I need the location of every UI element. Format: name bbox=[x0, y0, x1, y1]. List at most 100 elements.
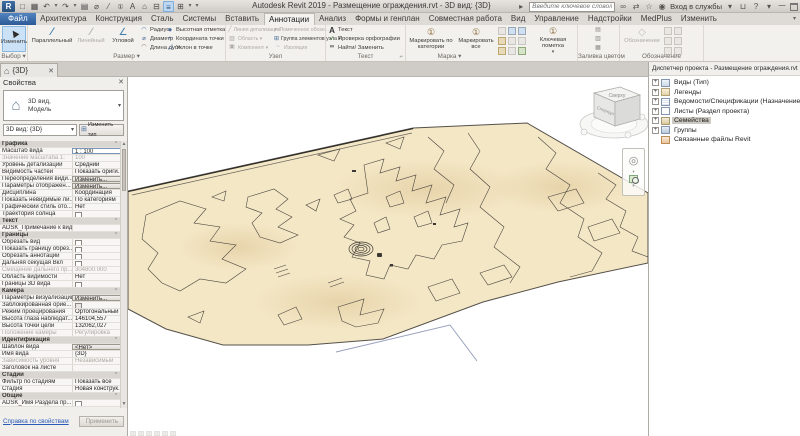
property-value[interactable] bbox=[72, 281, 121, 287]
property-row[interactable]: Высота точки цели 132062,027 bbox=[0, 323, 121, 330]
view-tab-close-icon[interactable]: ✕ bbox=[48, 67, 54, 75]
text-qat-icon[interactable] bbox=[127, 1, 138, 12]
property-value[interactable]: Показать ориги... bbox=[72, 169, 121, 175]
view-control-bar-partial[interactable] bbox=[130, 431, 176, 436]
tag-by-category-button[interactable]: Маркировать по категории bbox=[408, 26, 454, 52]
ribbon-tab[interactable]: Вид bbox=[506, 13, 529, 25]
search-icon[interactable]: ∞ bbox=[618, 2, 628, 12]
property-value[interactable]: <Нет> bbox=[72, 344, 121, 350]
property-row[interactable]: Уровень детализации Средний bbox=[0, 162, 121, 169]
customize-qat-icon[interactable]: ▾ bbox=[194, 1, 200, 12]
property-value[interactable]: {3D} bbox=[72, 351, 121, 357]
property-row[interactable]: Камера bbox=[0, 288, 121, 295]
revit-logo-icon[interactable]: R bbox=[2, 1, 15, 12]
property-value[interactable] bbox=[72, 400, 121, 406]
tree-expander-icon[interactable] bbox=[652, 98, 659, 105]
type-selector[interactable]: ⌂ 3D вид, Модель ▾ bbox=[3, 90, 124, 121]
property-row[interactable]: Значение масштаба 1: 100 bbox=[0, 155, 121, 162]
steering-wheel-icon[interactable] bbox=[629, 151, 639, 169]
switch-windows-dropdown-icon[interactable]: ▾ bbox=[187, 1, 193, 12]
ribbon-tab[interactable]: Конструкция bbox=[91, 13, 146, 25]
thin-lines-icon[interactable] bbox=[163, 1, 174, 12]
tree-expander-icon[interactable] bbox=[652, 79, 659, 86]
tag-all-button[interactable]: Маркировать все bbox=[456, 26, 496, 52]
exchange-apps-icon[interactable]: ⇄ bbox=[631, 2, 641, 12]
property-value[interactable]: Нет bbox=[72, 274, 121, 280]
panel-label-detail[interactable]: Узел bbox=[226, 53, 325, 61]
ribbon-tab[interactable]: Формы и генплан bbox=[351, 13, 425, 25]
ribbon-tab[interactable]: Вставить bbox=[221, 13, 264, 25]
help-icon[interactable]: ? bbox=[751, 2, 761, 12]
property-value[interactable]: 304800.000 bbox=[72, 267, 121, 273]
help-dropdown-icon[interactable]: ▾ bbox=[764, 2, 774, 12]
property-row[interactable]: Параметры отображен... Изменить... bbox=[0, 183, 121, 190]
find-replace-button[interactable]: Найти/ Заменить bbox=[328, 43, 404, 52]
spot-coordinate-button[interactable]: Координата точки bbox=[166, 35, 226, 44]
property-row[interactable]: Обрезать вид bbox=[0, 239, 121, 246]
property-value[interactable] bbox=[72, 211, 121, 217]
print-icon[interactable] bbox=[79, 1, 90, 12]
scrollbar-thumb[interactable] bbox=[122, 149, 126, 191]
ribbon-tab[interactable]: Аннотации bbox=[264, 13, 315, 25]
property-row[interactable]: Обрезать аннотации bbox=[0, 253, 121, 260]
ribbon-tab[interactable]: MedPlus bbox=[636, 13, 676, 25]
property-value[interactable]: 146104,557 bbox=[72, 316, 121, 322]
property-value[interactable]: 100 bbox=[72, 155, 121, 161]
property-value[interactable] bbox=[72, 365, 121, 371]
properties-help-link[interactable]: Справка по свойствам bbox=[3, 418, 69, 425]
properties-close-icon[interactable]: ✕ bbox=[118, 78, 124, 87]
property-value[interactable]: Новая конструк... bbox=[72, 386, 121, 392]
minimize-button[interactable]: — bbox=[777, 2, 787, 11]
property-value[interactable]: Координация bbox=[72, 190, 121, 196]
tread-number-icon[interactable] bbox=[498, 47, 506, 55]
wheel-dropdown-icon[interactable]: ▾ bbox=[632, 170, 634, 174]
property-row[interactable]: Шаблон вида <Нет> bbox=[0, 344, 121, 351]
ribbon-tab[interactable]: Надстройки bbox=[583, 13, 636, 25]
property-row[interactable]: Параметры визуализации Изменить... bbox=[0, 295, 121, 302]
properties-scrollbar[interactable]: ▲ ▼ bbox=[120, 141, 127, 408]
property-row[interactable]: Границы 3D вида bbox=[0, 281, 121, 288]
property-row[interactable]: Графический стиль ото... Нет bbox=[0, 204, 121, 211]
property-row[interactable]: ADSK_Имя Раздела пр... bbox=[0, 400, 121, 407]
property-row[interactable]: Режим проецирования Ортогональный bbox=[0, 309, 121, 316]
sign-in-dropdown-icon[interactable]: ▾ bbox=[725, 2, 735, 12]
ribbon-tab[interactable]: Анализ bbox=[315, 13, 351, 25]
panel-label-dimension[interactable]: Размер ▾ bbox=[28, 53, 225, 61]
tree-expander-icon[interactable] bbox=[652, 89, 659, 96]
browser-tree-item[interactable]: Группы bbox=[649, 126, 800, 136]
ribbon-display-toggle-icon[interactable]: ▾ bbox=[793, 15, 796, 22]
property-value[interactable] bbox=[72, 225, 121, 231]
browser-tree-item[interactable]: Виды (Тип) bbox=[649, 78, 800, 88]
property-value[interactable] bbox=[72, 253, 121, 259]
browser-tree-item[interactable]: Легенды bbox=[649, 88, 800, 98]
spot-slope-button[interactable]: Уклон в точке bbox=[166, 43, 226, 52]
type-selector-dropdown-icon[interactable]: ▾ bbox=[118, 102, 121, 109]
property-row[interactable]: Смещение дальнего пр... 304800.000 bbox=[0, 267, 121, 274]
property-row[interactable]: Фильтр по стадиям Показать все bbox=[0, 379, 121, 386]
property-value[interactable]: 1 : 100 bbox=[72, 148, 121, 154]
keynote-button[interactable]: Ключевая пометка ▾ bbox=[530, 26, 576, 52]
save-icon[interactable] bbox=[29, 1, 40, 12]
property-row[interactable]: Переопределения види... Изменить... bbox=[0, 176, 121, 183]
panel-label-text[interactable]: Текст bbox=[326, 53, 405, 61]
room-tag-icon[interactable] bbox=[498, 37, 506, 45]
property-value[interactable]: 132062,027 bbox=[72, 323, 121, 329]
viewcube-top-label[interactable]: Сверху bbox=[609, 93, 626, 99]
property-value[interactable] bbox=[72, 260, 121, 266]
property-row[interactable]: Стадия Новая конструк... bbox=[0, 386, 121, 393]
redo-dropdown-icon[interactable]: ▾ bbox=[72, 1, 78, 12]
zoom-region-icon[interactable] bbox=[629, 175, 638, 183]
text-button[interactable]: Текст bbox=[328, 26, 404, 35]
text-dialog-launcher-icon[interactable]: ⌐ bbox=[399, 54, 403, 60]
panel-label-tag[interactable]: Марка ▾ bbox=[406, 53, 493, 61]
keyword-search-input[interactable] bbox=[529, 2, 615, 12]
property-row[interactable]: Заголовок на листе bbox=[0, 365, 121, 372]
user-icon[interactable]: ◉ bbox=[657, 2, 667, 12]
switch-windows-icon[interactable] bbox=[175, 1, 186, 12]
property-value[interactable]: Ортогональный bbox=[72, 309, 121, 315]
aligned-dimension-qat-icon[interactable] bbox=[103, 1, 114, 12]
material-tag-icon[interactable] bbox=[508, 27, 516, 35]
area-tag-icon[interactable] bbox=[518, 27, 526, 35]
default-3d-view-icon[interactable] bbox=[139, 1, 150, 12]
property-row[interactable]: Показать невидимые ли... По категориям bbox=[0, 197, 121, 204]
